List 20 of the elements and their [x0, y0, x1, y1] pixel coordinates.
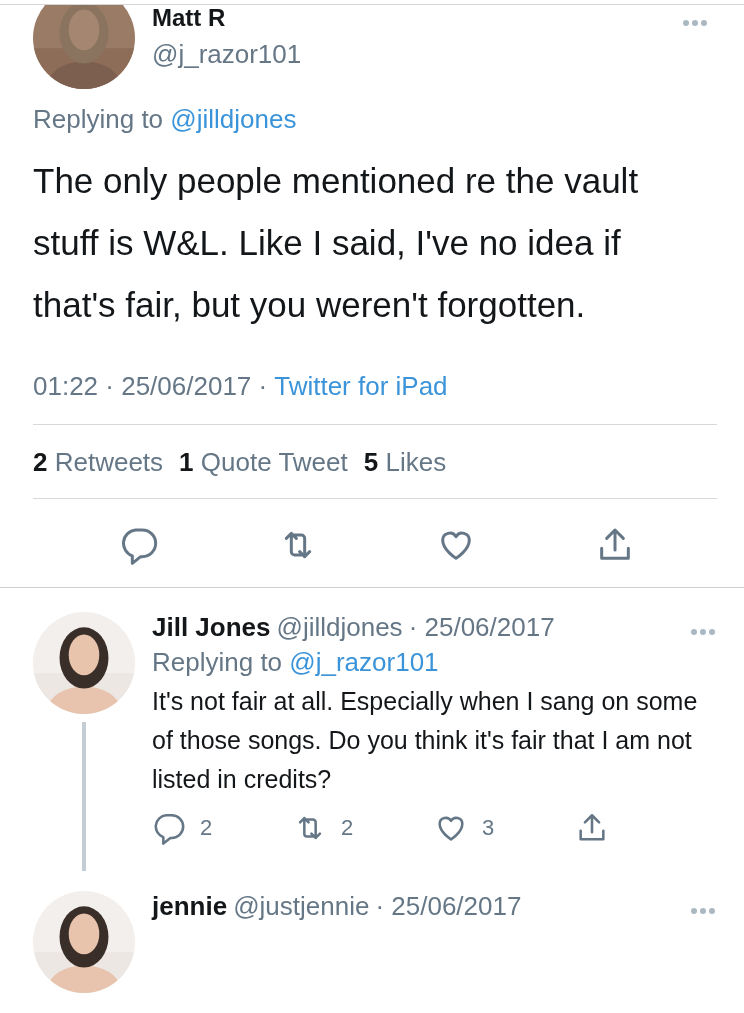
timestamp: 01:22 · 25/06/2017 · [33, 371, 268, 402]
author-handle: @j_razor101 [152, 39, 303, 70]
tweet-date: · 25/06/2017 [408, 612, 555, 643]
author-name: Jill Jones [152, 612, 271, 643]
author-name: Matt R [152, 5, 227, 31]
replying-to-line: Replying to @j_razor101 [152, 647, 440, 678]
author-name: jennie [152, 891, 228, 922]
tweet-date: · 25/06/2017 [375, 891, 522, 922]
comment-bubble-icon[interactable] [152, 811, 186, 845]
action-count: 2 [200, 815, 213, 841]
stat-link[interactable]: 1 Quote Tweet [179, 447, 348, 478]
author-handle: @justjennie [233, 891, 370, 922]
author-handle: @jilldjones [276, 612, 403, 643]
action-count: 2 [341, 815, 354, 841]
reply-text: It's not fair at all. Especially when I sang on some of those songs. Do you think it's fair that I am not listed in credits? [152, 686, 699, 795]
tweet-text: The only people mentioned re the vault stuff is W&L. Like I said, I've no idea if that's fair, but you weren't forgotten. [32, 160, 640, 326]
replying-to-line: Replying to @jilldjones [32, 104, 298, 135]
action-count: 3 [482, 815, 495, 841]
stat-link[interactable]: 2 Retweets [33, 447, 164, 478]
stat-link[interactable]: 5 Likes [363, 447, 447, 478]
